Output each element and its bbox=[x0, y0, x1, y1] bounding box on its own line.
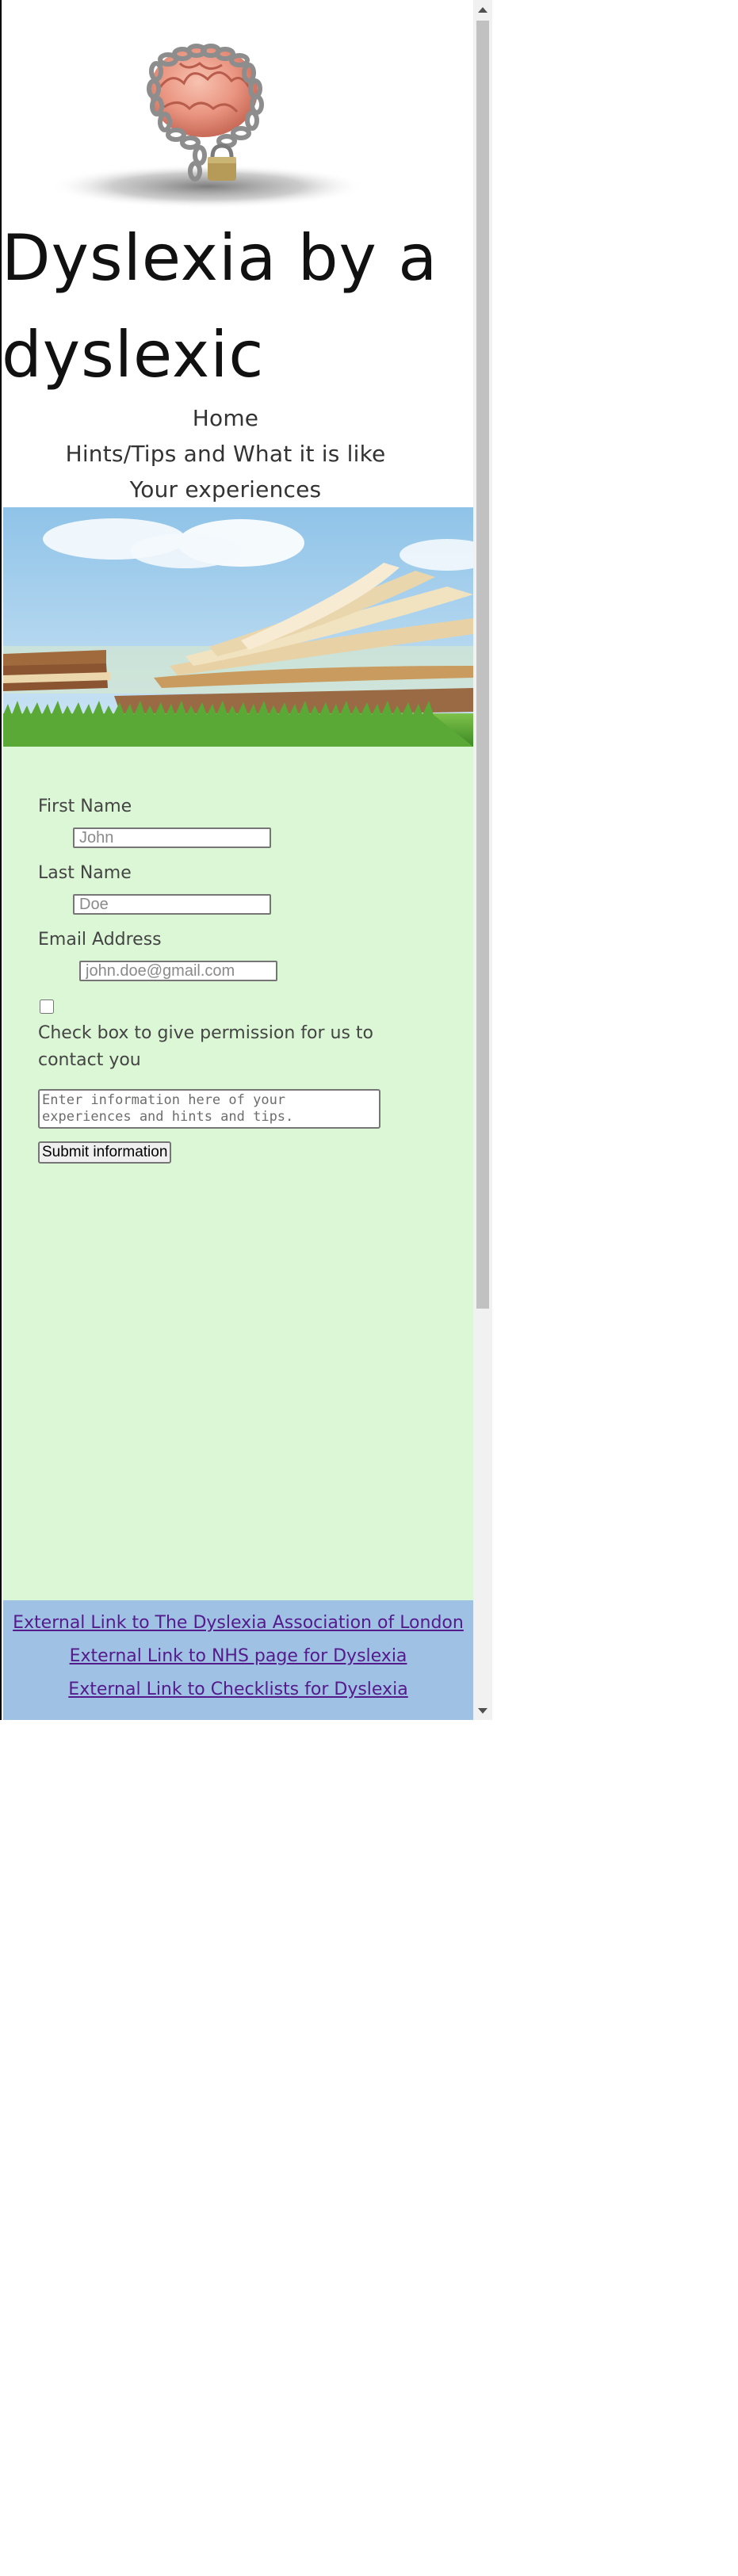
email-label: Email Address bbox=[38, 930, 162, 950]
first-name-input[interactable] bbox=[73, 827, 271, 848]
site-logo bbox=[33, 16, 366, 214]
page: Dyslexia by a dyslexic Home Hints/Tips a… bbox=[0, 0, 473, 1720]
open-book-on-grass-image bbox=[3, 507, 473, 747]
first-name-label: First Name bbox=[38, 797, 132, 816]
nav-item-home[interactable]: Home bbox=[2, 400, 449, 436]
link-dyslexia-association-london[interactable]: External Link to The Dyslexia Associatio… bbox=[3, 1611, 473, 1635]
email-input[interactable] bbox=[79, 961, 277, 981]
main-nav: Home Hints/Tips and What it is like Your… bbox=[2, 400, 449, 507]
last-name-label: Last Name bbox=[38, 863, 132, 883]
link-nhs-dyslexia[interactable]: External Link to NHS page for Dyslexia bbox=[3, 1645, 473, 1668]
permission-label: Check box to give permission for us to c… bbox=[38, 1023, 373, 1070]
experience-textarea[interactable] bbox=[38, 1089, 380, 1129]
last-name-input[interactable] bbox=[73, 894, 271, 915]
browser-viewport: Dyslexia by a dyslexic Home Hints/Tips a… bbox=[0, 0, 738, 1720]
link-dyslexia-checklists[interactable]: External Link to Checklists for Dyslexia bbox=[3, 1678, 473, 1702]
hero-image bbox=[3, 507, 473, 747]
vertical-scrollbar[interactable] bbox=[473, 0, 492, 1720]
nav-item-your-experiences[interactable]: Your experiences bbox=[2, 472, 449, 507]
experience-form: First Name Last Name Email Address Check… bbox=[3, 747, 473, 1600]
scroll-up-icon[interactable] bbox=[473, 0, 492, 19]
site-title: Dyslexia by a dyslexic bbox=[2, 221, 438, 392]
submit-button[interactable]: Submit information bbox=[38, 1141, 172, 1164]
nav-item-hints-tips[interactable]: Hints/Tips and What it is like bbox=[2, 436, 449, 472]
footer-links: External Link to The Dyslexia Associatio… bbox=[3, 1600, 473, 1720]
permission-checkbox[interactable] bbox=[40, 999, 54, 1014]
scroll-down-icon[interactable] bbox=[473, 1701, 492, 1720]
brain-chained-padlock-icon bbox=[49, 44, 366, 208]
scrollbar-thumb[interactable] bbox=[476, 21, 489, 1309]
